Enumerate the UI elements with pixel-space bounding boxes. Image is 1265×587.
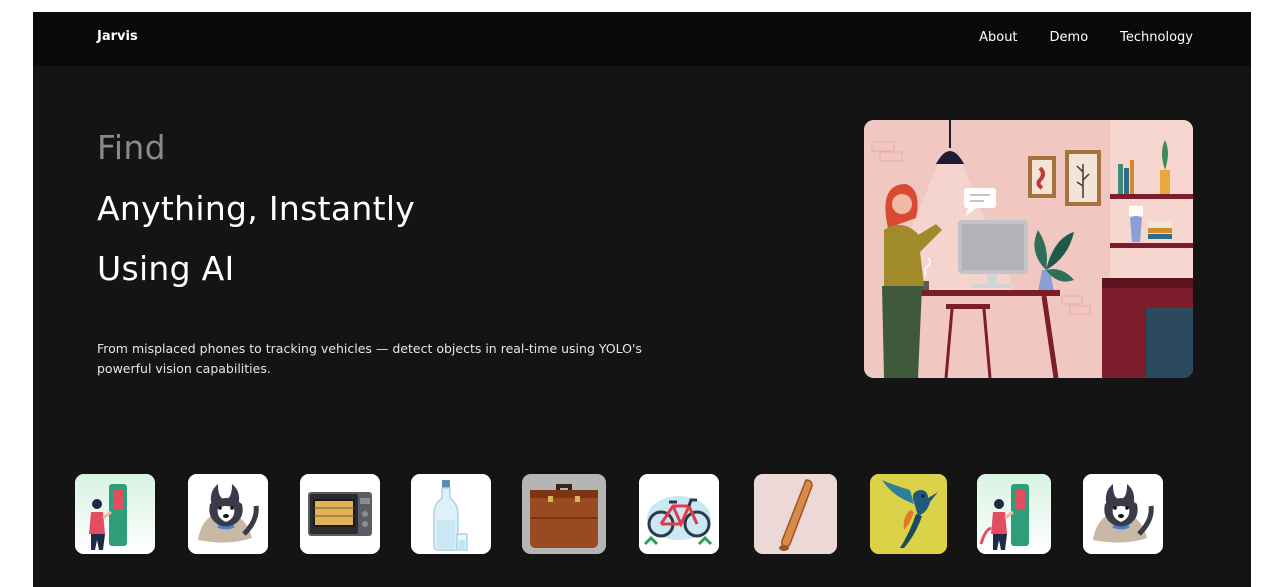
- office-scene-illustration: [864, 120, 1193, 378]
- object-card[interactable]: [300, 474, 380, 554]
- hero-description: From misplaced phones to tracking vehicl…: [97, 341, 642, 376]
- person-kiosk-icon: [75, 474, 155, 554]
- object-card[interactable]: [977, 474, 1051, 554]
- object-card-strip: [33, 474, 1251, 554]
- hero-illustration: [864, 120, 1193, 378]
- object-card[interactable]: [75, 474, 155, 554]
- object-card[interactable]: [870, 474, 947, 554]
- bottle-icon: [411, 474, 491, 554]
- hero-title-using-ai: Using AI: [97, 249, 235, 288]
- object-card[interactable]: [754, 474, 837, 554]
- object-card[interactable]: [639, 474, 719, 554]
- object-card[interactable]: [188, 474, 268, 554]
- object-card[interactable]: [411, 474, 491, 554]
- bicycle-icon: [639, 474, 719, 554]
- nav-link-about[interactable]: About: [979, 30, 1017, 45]
- hero-title-anything: Anything, Instantly: [97, 189, 416, 228]
- dog-icon: [188, 474, 268, 554]
- brand-logo[interactable]: Jarvis: [97, 29, 138, 44]
- person-kiosk-icon: [977, 474, 1051, 554]
- hero-title-find: Find: [97, 128, 166, 167]
- baseball-bat-icon: [754, 474, 837, 554]
- suitcase-icon: [522, 474, 606, 554]
- nav-link-technology[interactable]: Technology: [1120, 30, 1193, 45]
- object-card[interactable]: [522, 474, 606, 554]
- nav-link-demo[interactable]: Demo: [1050, 30, 1089, 45]
- navbar: Jarvis About Demo Technology: [33, 12, 1251, 66]
- nav-links: About Demo Technology: [979, 30, 1193, 45]
- bird-icon: [870, 474, 947, 554]
- page-frame: Jarvis About Demo Technology Find Anythi…: [33, 12, 1251, 587]
- dog-icon: [1083, 474, 1163, 554]
- microwave-icon: [300, 474, 380, 554]
- object-card[interactable]: [1083, 474, 1163, 554]
